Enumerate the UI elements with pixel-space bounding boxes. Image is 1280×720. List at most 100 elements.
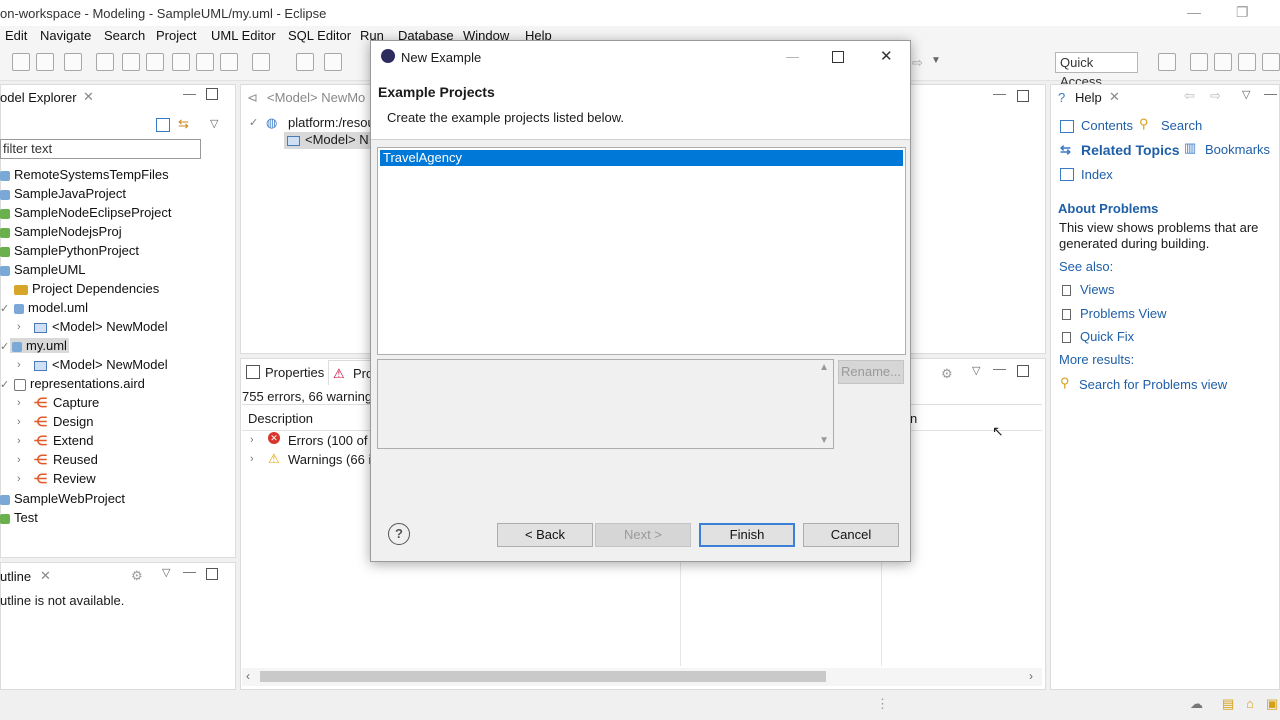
help-icon[interactable]: ? [388, 523, 410, 545]
connector-icon[interactable] [146, 53, 164, 71]
close-icon[interactable]: ✕ [880, 47, 893, 65]
forward-arrow-icon[interactable]: ⇨ [912, 55, 923, 71]
chevron-right-icon[interactable]: › [250, 434, 254, 446]
tree-item[interactable]: ⋲ Capture [34, 395, 99, 411]
export-icon[interactable] [196, 53, 214, 71]
chevron-down-icon[interactable]: ✓ [0, 302, 9, 315]
tab-problems[interactable]: ⚠ Pro [328, 360, 376, 385]
debug-icon[interactable] [296, 53, 314, 71]
table-row[interactable]: Warnings (66 it [288, 452, 375, 467]
view-menu-icon[interactable]: ▽ [972, 364, 980, 377]
chevron-right-icon[interactable]: › [17, 473, 21, 485]
chevron-right-icon[interactable]: › [17, 435, 21, 447]
back-arrow-icon[interactable]: ⇦ [1184, 88, 1195, 104]
minimize-view-icon[interactable]: — [183, 86, 196, 101]
maximize-view-icon[interactable] [206, 88, 218, 100]
python-perspective-icon[interactable] [1238, 53, 1256, 71]
tree-item[interactable]: RemoteSystemsTempFiles [0, 167, 169, 182]
tree-item[interactable]: SampleNodejsProj [0, 224, 122, 239]
view-menu-icon[interactable]: ▽ [162, 566, 170, 579]
save-icon[interactable] [12, 53, 30, 71]
menu-navigate[interactable]: Navigate [40, 28, 91, 43]
tree-item[interactable]: SamplePythonProject [0, 243, 139, 258]
collapse-all-icon[interactable] [156, 118, 170, 132]
maximize-view-icon[interactable] [1017, 90, 1029, 102]
minimize-view-icon[interactable]: — [183, 564, 196, 579]
close-icon[interactable]: ✕ [40, 568, 51, 584]
help-title[interactable]: Help [1075, 90, 1102, 105]
chevron-right-icon[interactable]: › [17, 359, 21, 371]
tree-item[interactable]: SampleWebProject [0, 491, 125, 506]
editor-tab[interactable]: <Model> NewMo [267, 90, 365, 105]
tree-item[interactable]: <Model> NewModel [34, 357, 168, 372]
help-related-topics-link[interactable]: Related Topics [1081, 142, 1180, 158]
tree-item[interactable]: ⋲ Design [34, 414, 93, 430]
modeling-perspective-icon[interactable] [1190, 53, 1208, 71]
list-item[interactable]: TravelAgency [380, 150, 903, 166]
chevron-right-icon[interactable]: › [17, 397, 21, 409]
menu-sql-editor[interactable]: SQL Editor [288, 28, 351, 43]
java-perspective-icon[interactable] [1214, 53, 1232, 71]
tree-item[interactable]: Test [0, 510, 38, 525]
view-menu-icon[interactable]: ▽ [1242, 88, 1250, 101]
sync-view-icon[interactable]: ⚙ [131, 568, 143, 584]
quick-access-field[interactable]: Quick Access [1055, 52, 1138, 89]
menu-project[interactable]: Project [156, 28, 196, 43]
tree-item[interactable]: representations.aird [14, 376, 145, 391]
close-icon[interactable]: ✕ [1109, 89, 1120, 105]
editor-tree-root[interactable]: platform:/resou [288, 115, 375, 130]
document-icon[interactable] [172, 53, 190, 71]
filter-icon[interactable]: ⚙ [941, 366, 953, 382]
tree-item[interactable]: Project Dependencies [14, 281, 159, 296]
help-link-problems-view[interactable]: Problems View [1062, 306, 1166, 321]
close-icon[interactable]: ✕ [83, 89, 94, 105]
minimize-view-icon[interactable]: — [993, 86, 1006, 101]
tree-item-selected[interactable]: my.uml [10, 338, 69, 353]
project-list[interactable]: TravelAgency [377, 147, 906, 355]
print-icon[interactable] [64, 53, 82, 71]
rename-button[interactable]: Rename... [838, 360, 904, 384]
table-row[interactable]: Errors (100 of 7 [288, 433, 378, 448]
back-button[interactable]: < Back [497, 523, 593, 547]
project-details-area[interactable]: ▲ ▼ [377, 359, 834, 449]
sync-icon[interactable] [122, 53, 140, 71]
scroll-down-icon[interactable]: ▼ [819, 435, 829, 446]
horizontal-scrollbar[interactable]: ‹ › [242, 668, 1042, 686]
help-contents-link[interactable]: Contents [1081, 118, 1133, 133]
help-index-link[interactable]: Index [1081, 167, 1113, 182]
help-search-link[interactable]: Search [1161, 118, 1202, 133]
tree-item[interactable]: model.uml [14, 300, 88, 315]
view-menu-icon[interactable]: ▽ [210, 117, 218, 130]
help-search-problems-link[interactable]: Search for Problems view [1079, 377, 1227, 392]
chevron-right-icon[interactable]: › [17, 454, 21, 466]
tree-item[interactable]: ⋲ Reused [34, 452, 98, 468]
more-perspectives-icon[interactable] [1262, 53, 1280, 71]
menu-edit[interactable]: Edit [5, 28, 27, 43]
scroll-up-icon[interactable]: ▲ [819, 362, 829, 373]
tree-item[interactable]: ⋲ Review [34, 471, 96, 487]
chevron-right-icon[interactable]: › [17, 321, 21, 333]
import-icon[interactable] [220, 53, 238, 71]
chevron-down-icon[interactable]: ✓ [0, 378, 9, 391]
wand-icon[interactable] [252, 53, 270, 71]
restore-icon[interactable]: ❐ [1236, 4, 1249, 21]
scroll-right-icon[interactable]: › [1029, 669, 1033, 683]
help-bookmarks-link[interactable]: Bookmarks [1205, 142, 1270, 157]
minimize-icon[interactable]: — [1187, 4, 1201, 20]
tree-item[interactable]: <Model> NewModel [34, 319, 168, 334]
chevron-right-icon[interactable]: › [17, 416, 21, 428]
chevron-right-icon[interactable]: › [250, 453, 254, 465]
tree-item[interactable]: SampleUML [0, 262, 86, 277]
help-link-quick-fix[interactable]: Quick Fix [1062, 329, 1134, 344]
help-link-views[interactable]: Views [1062, 282, 1114, 297]
next-button[interactable]: Next > [595, 523, 691, 547]
model-explorer-title[interactable]: odel Explorer [0, 90, 77, 105]
column-header[interactable]: n [910, 411, 917, 426]
finish-button[interactable]: Finish [699, 523, 795, 547]
column-description[interactable]: Description [248, 411, 313, 426]
maximize-view-icon[interactable] [206, 568, 218, 580]
tab-properties[interactable]: Properties [265, 365, 324, 380]
menu-search[interactable]: Search [104, 28, 145, 43]
scrollbar-thumb[interactable] [260, 671, 826, 682]
new-wizard-icon[interactable] [324, 53, 342, 71]
